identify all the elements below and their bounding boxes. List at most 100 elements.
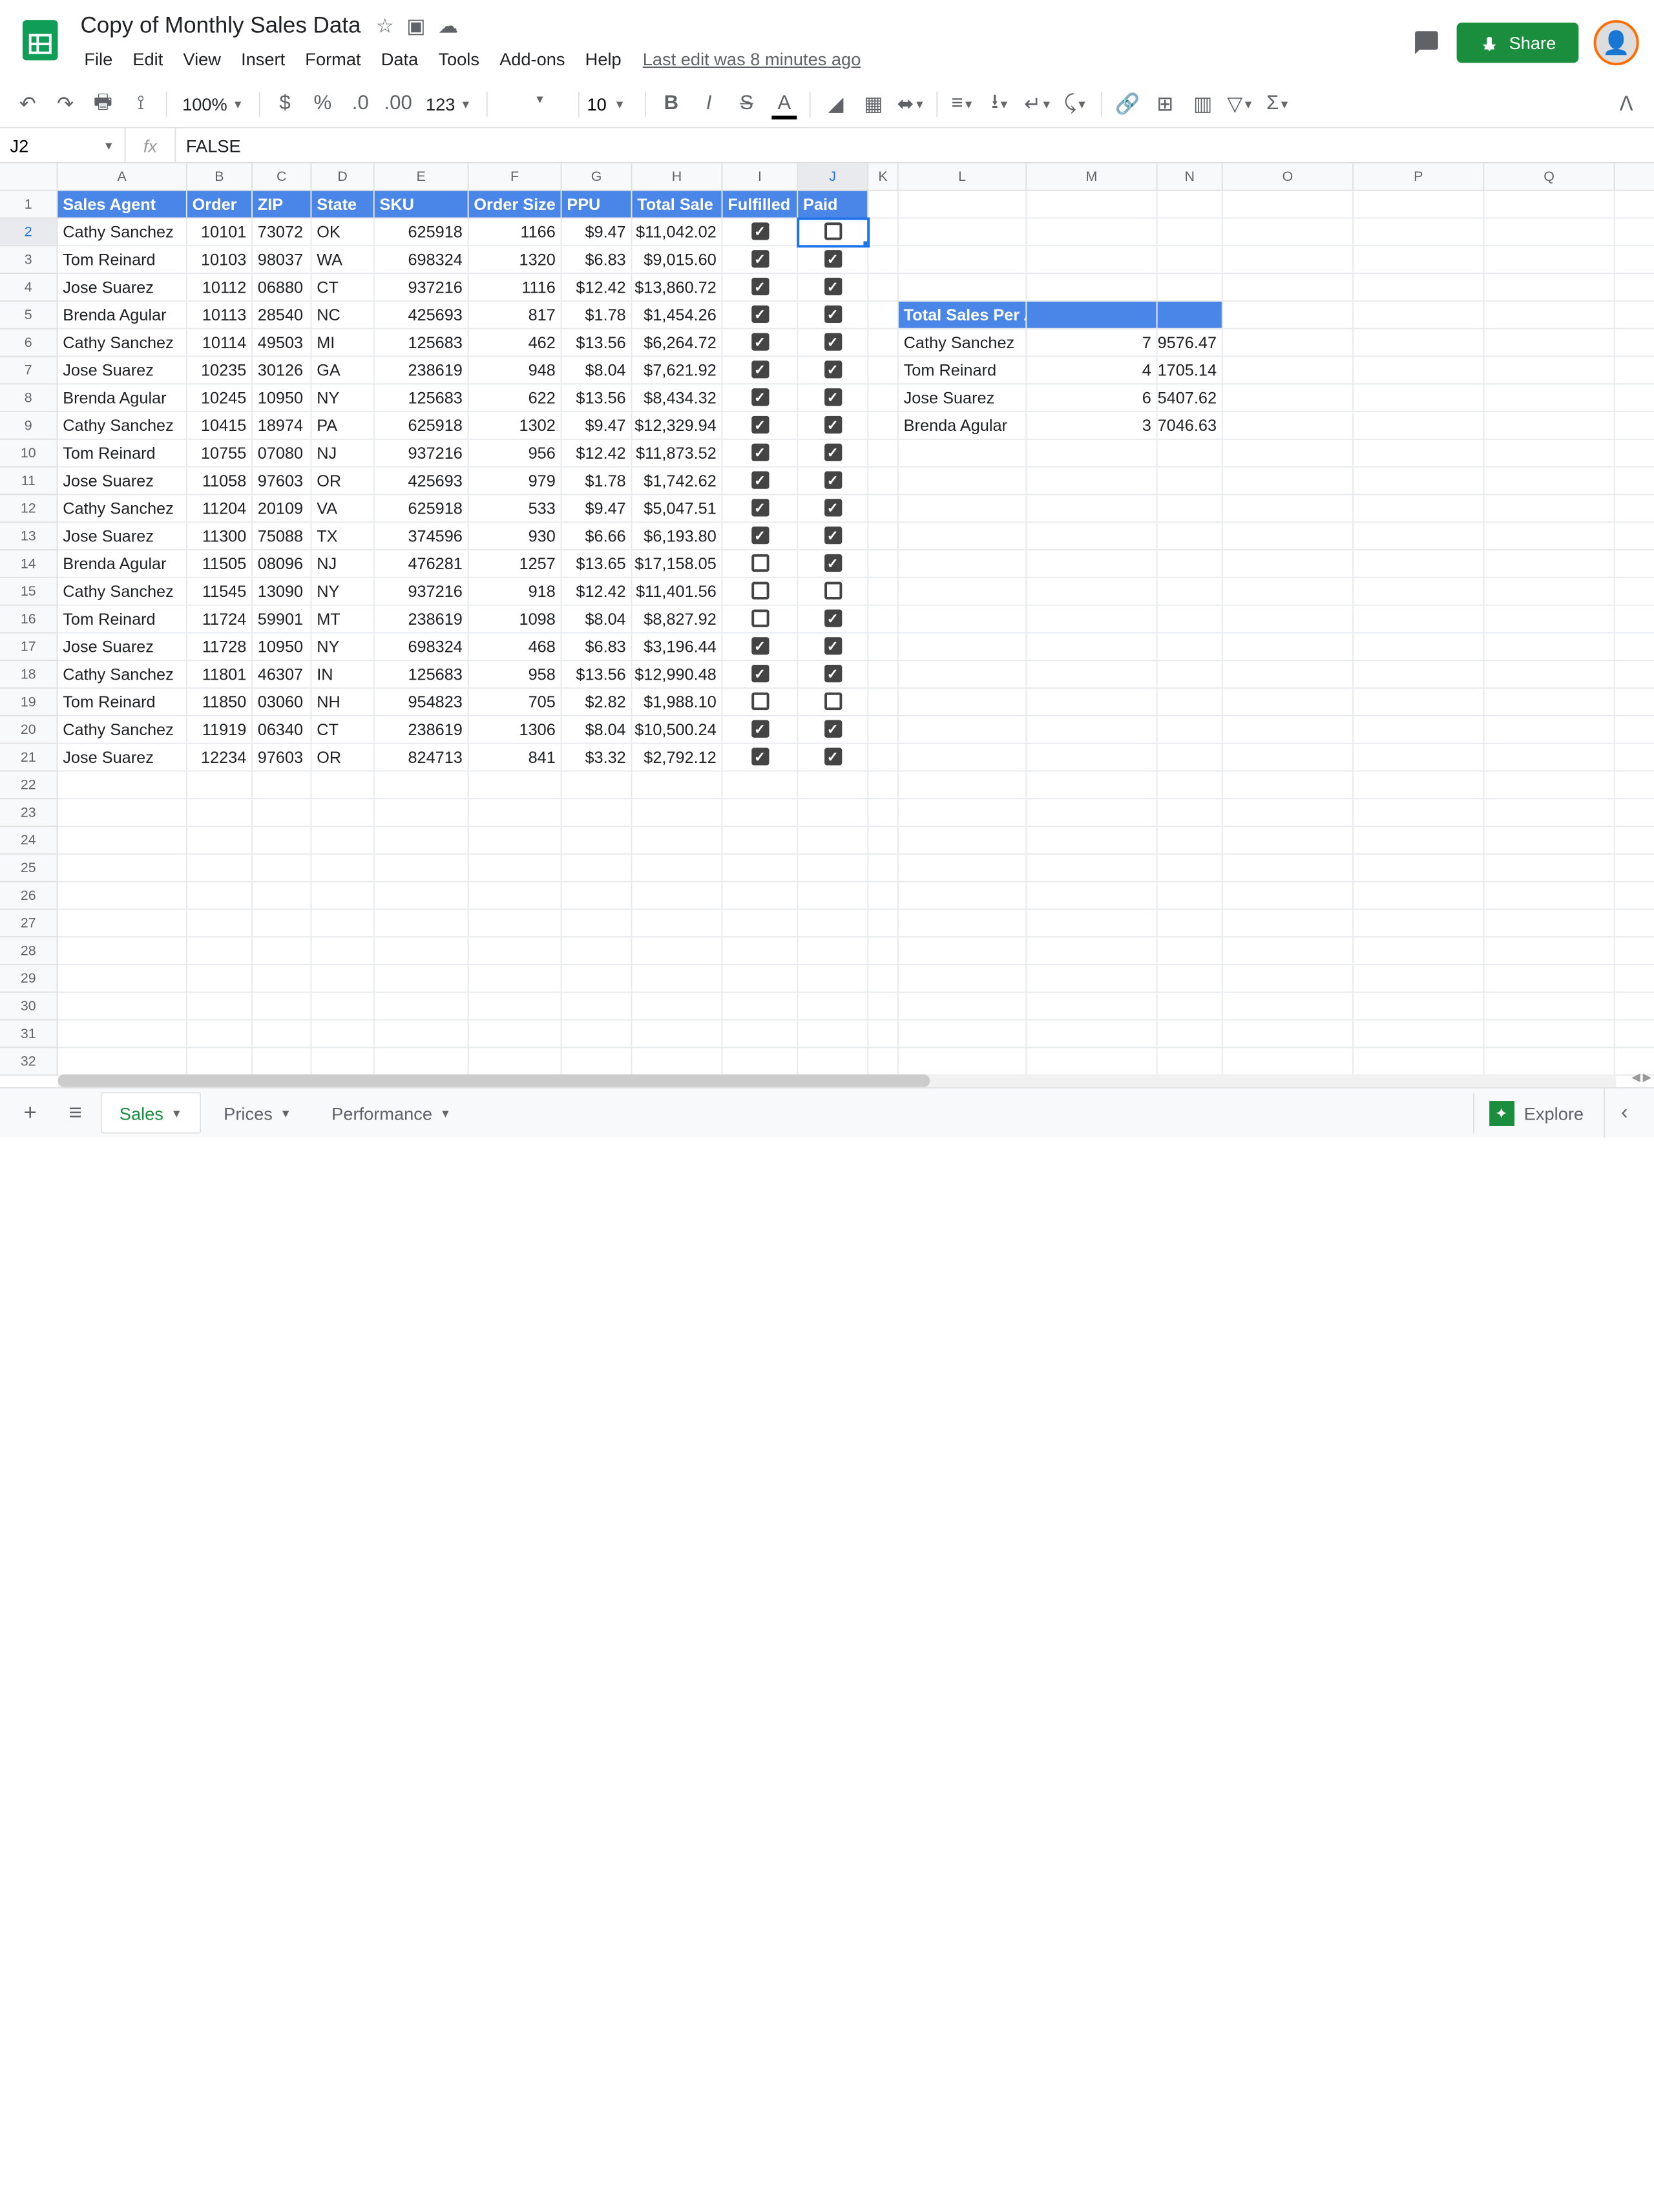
scroll-arrows[interactable]: ◀▶ <box>1629 1068 1654 1087</box>
cell-G23[interactable] <box>562 799 633 826</box>
cell-N21[interactable] <box>1158 744 1223 771</box>
cell-A14[interactable]: Brenda Agular <box>58 550 187 578</box>
cell-O8[interactable] <box>1223 384 1354 412</box>
cell-F1[interactable]: Order Size <box>469 191 562 218</box>
cell-B14[interactable]: 11505 <box>187 550 253 578</box>
cell-O6[interactable] <box>1223 329 1354 357</box>
cell-G25[interactable] <box>562 855 633 882</box>
cell-E30[interactable] <box>375 993 469 1020</box>
cell-G10[interactable]: $12.42 <box>562 440 633 467</box>
row-header-7[interactable]: 7 <box>0 357 58 384</box>
cell-J31[interactable] <box>798 1021 868 1048</box>
cell-G2[interactable]: $9.47 <box>562 218 633 245</box>
cell-A30[interactable] <box>58 993 187 1020</box>
col-header-B[interactable]: B <box>187 163 253 191</box>
cell-H4[interactable]: $13,860.72 <box>632 274 722 301</box>
cell-D8[interactable]: NY <box>311 384 374 412</box>
sheet-tab-sales[interactable]: Sales ▼ <box>101 1092 202 1133</box>
cell-K8[interactable] <box>868 384 899 412</box>
checkbox[interactable] <box>824 361 841 379</box>
cell-L22[interactable] <box>899 771 1027 798</box>
cell-L19[interactable] <box>899 689 1027 716</box>
cell-A2[interactable]: Cathy Sanchez <box>58 218 187 245</box>
print-button[interactable]: 🖶 <box>85 87 120 121</box>
cell-E3[interactable]: 698324 <box>375 246 469 273</box>
cell-L28[interactable] <box>899 937 1027 965</box>
cell-D28[interactable] <box>311 937 374 965</box>
cell-C11[interactable]: 97603 <box>253 468 311 495</box>
cell-H29[interactable] <box>632 965 722 992</box>
increase-decimal-button[interactable]: .00 <box>381 87 415 121</box>
row-header-19[interactable]: 19 <box>0 689 58 716</box>
cell-C4[interactable]: 06880 <box>253 274 311 301</box>
cell-N15[interactable] <box>1158 578 1223 605</box>
cell-E16[interactable]: 238619 <box>375 606 469 633</box>
filter-button[interactable]: ▽ ▼ <box>1223 87 1258 121</box>
cell-E24[interactable] <box>375 827 469 854</box>
col-header-J[interactable]: J <box>798 163 868 191</box>
cell-F11[interactable]: 979 <box>469 468 562 495</box>
cell-I2[interactable] <box>723 218 799 245</box>
cell-O24[interactable] <box>1223 827 1354 854</box>
cell-O14[interactable] <box>1223 550 1354 578</box>
cell-O2[interactable] <box>1223 218 1354 245</box>
cell-J14[interactable] <box>798 550 868 578</box>
checkbox[interactable] <box>824 251 841 268</box>
cell-J17[interactable] <box>798 633 868 660</box>
cell-A28[interactable] <box>58 937 187 965</box>
cell-P22[interactable] <box>1354 771 1484 798</box>
cell-C5[interactable]: 28540 <box>253 302 311 329</box>
cell-M28[interactable] <box>1027 937 1157 965</box>
cell-C22[interactable] <box>253 771 311 798</box>
row-header-30[interactable]: 30 <box>0 993 58 1021</box>
cell-E9[interactable]: 625918 <box>375 412 469 439</box>
cell-G32[interactable] <box>562 1048 633 1075</box>
cell-L6[interactable]: Cathy Sanchez <box>899 329 1027 357</box>
cell-D30[interactable] <box>311 993 374 1020</box>
cell-G8[interactable]: $13.56 <box>562 384 633 412</box>
cell-E32[interactable] <box>375 1048 469 1075</box>
cell-D26[interactable] <box>311 882 374 910</box>
cell-O5[interactable] <box>1223 302 1354 329</box>
cell-Q14[interactable] <box>1484 550 1615 578</box>
cell-Q30[interactable] <box>1484 993 1615 1020</box>
cell-B6[interactable]: 10114 <box>187 329 253 357</box>
cell-K18[interactable] <box>868 661 899 688</box>
cell-P25[interactable] <box>1354 855 1484 882</box>
cell-E28[interactable] <box>375 937 469 965</box>
cell-D7[interactable]: GA <box>311 357 374 384</box>
cell-C26[interactable] <box>253 882 311 910</box>
cell-C10[interactable]: 07080 <box>253 440 311 467</box>
name-box[interactable]: J2▼ <box>0 128 126 162</box>
cell-C28[interactable] <box>253 937 311 965</box>
wrap-button[interactable]: ↵ ▼ <box>1021 87 1056 121</box>
cell-D17[interactable]: NY <box>311 633 374 660</box>
cell-O3[interactable] <box>1223 246 1354 273</box>
cell-B11[interactable]: 11058 <box>187 468 253 495</box>
cell-P12[interactable] <box>1354 495 1484 522</box>
checkbox[interactable] <box>751 389 768 406</box>
cell-N32[interactable] <box>1158 1048 1223 1075</box>
cell-B4[interactable]: 10112 <box>187 274 253 301</box>
checkbox[interactable] <box>824 416 841 433</box>
cell-A11[interactable]: Jose Suarez <box>58 468 187 495</box>
sheet-tab-performance[interactable]: Performance ▼ <box>314 1092 468 1133</box>
cell-B12[interactable]: 11204 <box>187 495 253 522</box>
cell-I1[interactable]: Fulfilled <box>723 191 799 218</box>
cell-D22[interactable] <box>311 771 374 798</box>
cell-J23[interactable] <box>798 799 868 826</box>
cell-J18[interactable] <box>798 661 868 688</box>
cell-K23[interactable] <box>868 799 899 826</box>
cell-F26[interactable] <box>469 882 562 910</box>
cell-F18[interactable]: 958 <box>469 661 562 688</box>
cell-O16[interactable] <box>1223 606 1354 633</box>
cell-I29[interactable] <box>723 965 799 992</box>
cell-C16[interactable]: 59901 <box>253 606 311 633</box>
checkbox[interactable] <box>751 278 768 295</box>
cell-H16[interactable]: $8,827.92 <box>632 606 722 633</box>
cell-N4[interactable] <box>1158 274 1223 301</box>
cell-F16[interactable]: 1098 <box>469 606 562 633</box>
checkbox[interactable] <box>824 527 841 545</box>
cell-Q13[interactable] <box>1484 523 1615 550</box>
menu-format[interactable]: Format <box>297 44 370 74</box>
